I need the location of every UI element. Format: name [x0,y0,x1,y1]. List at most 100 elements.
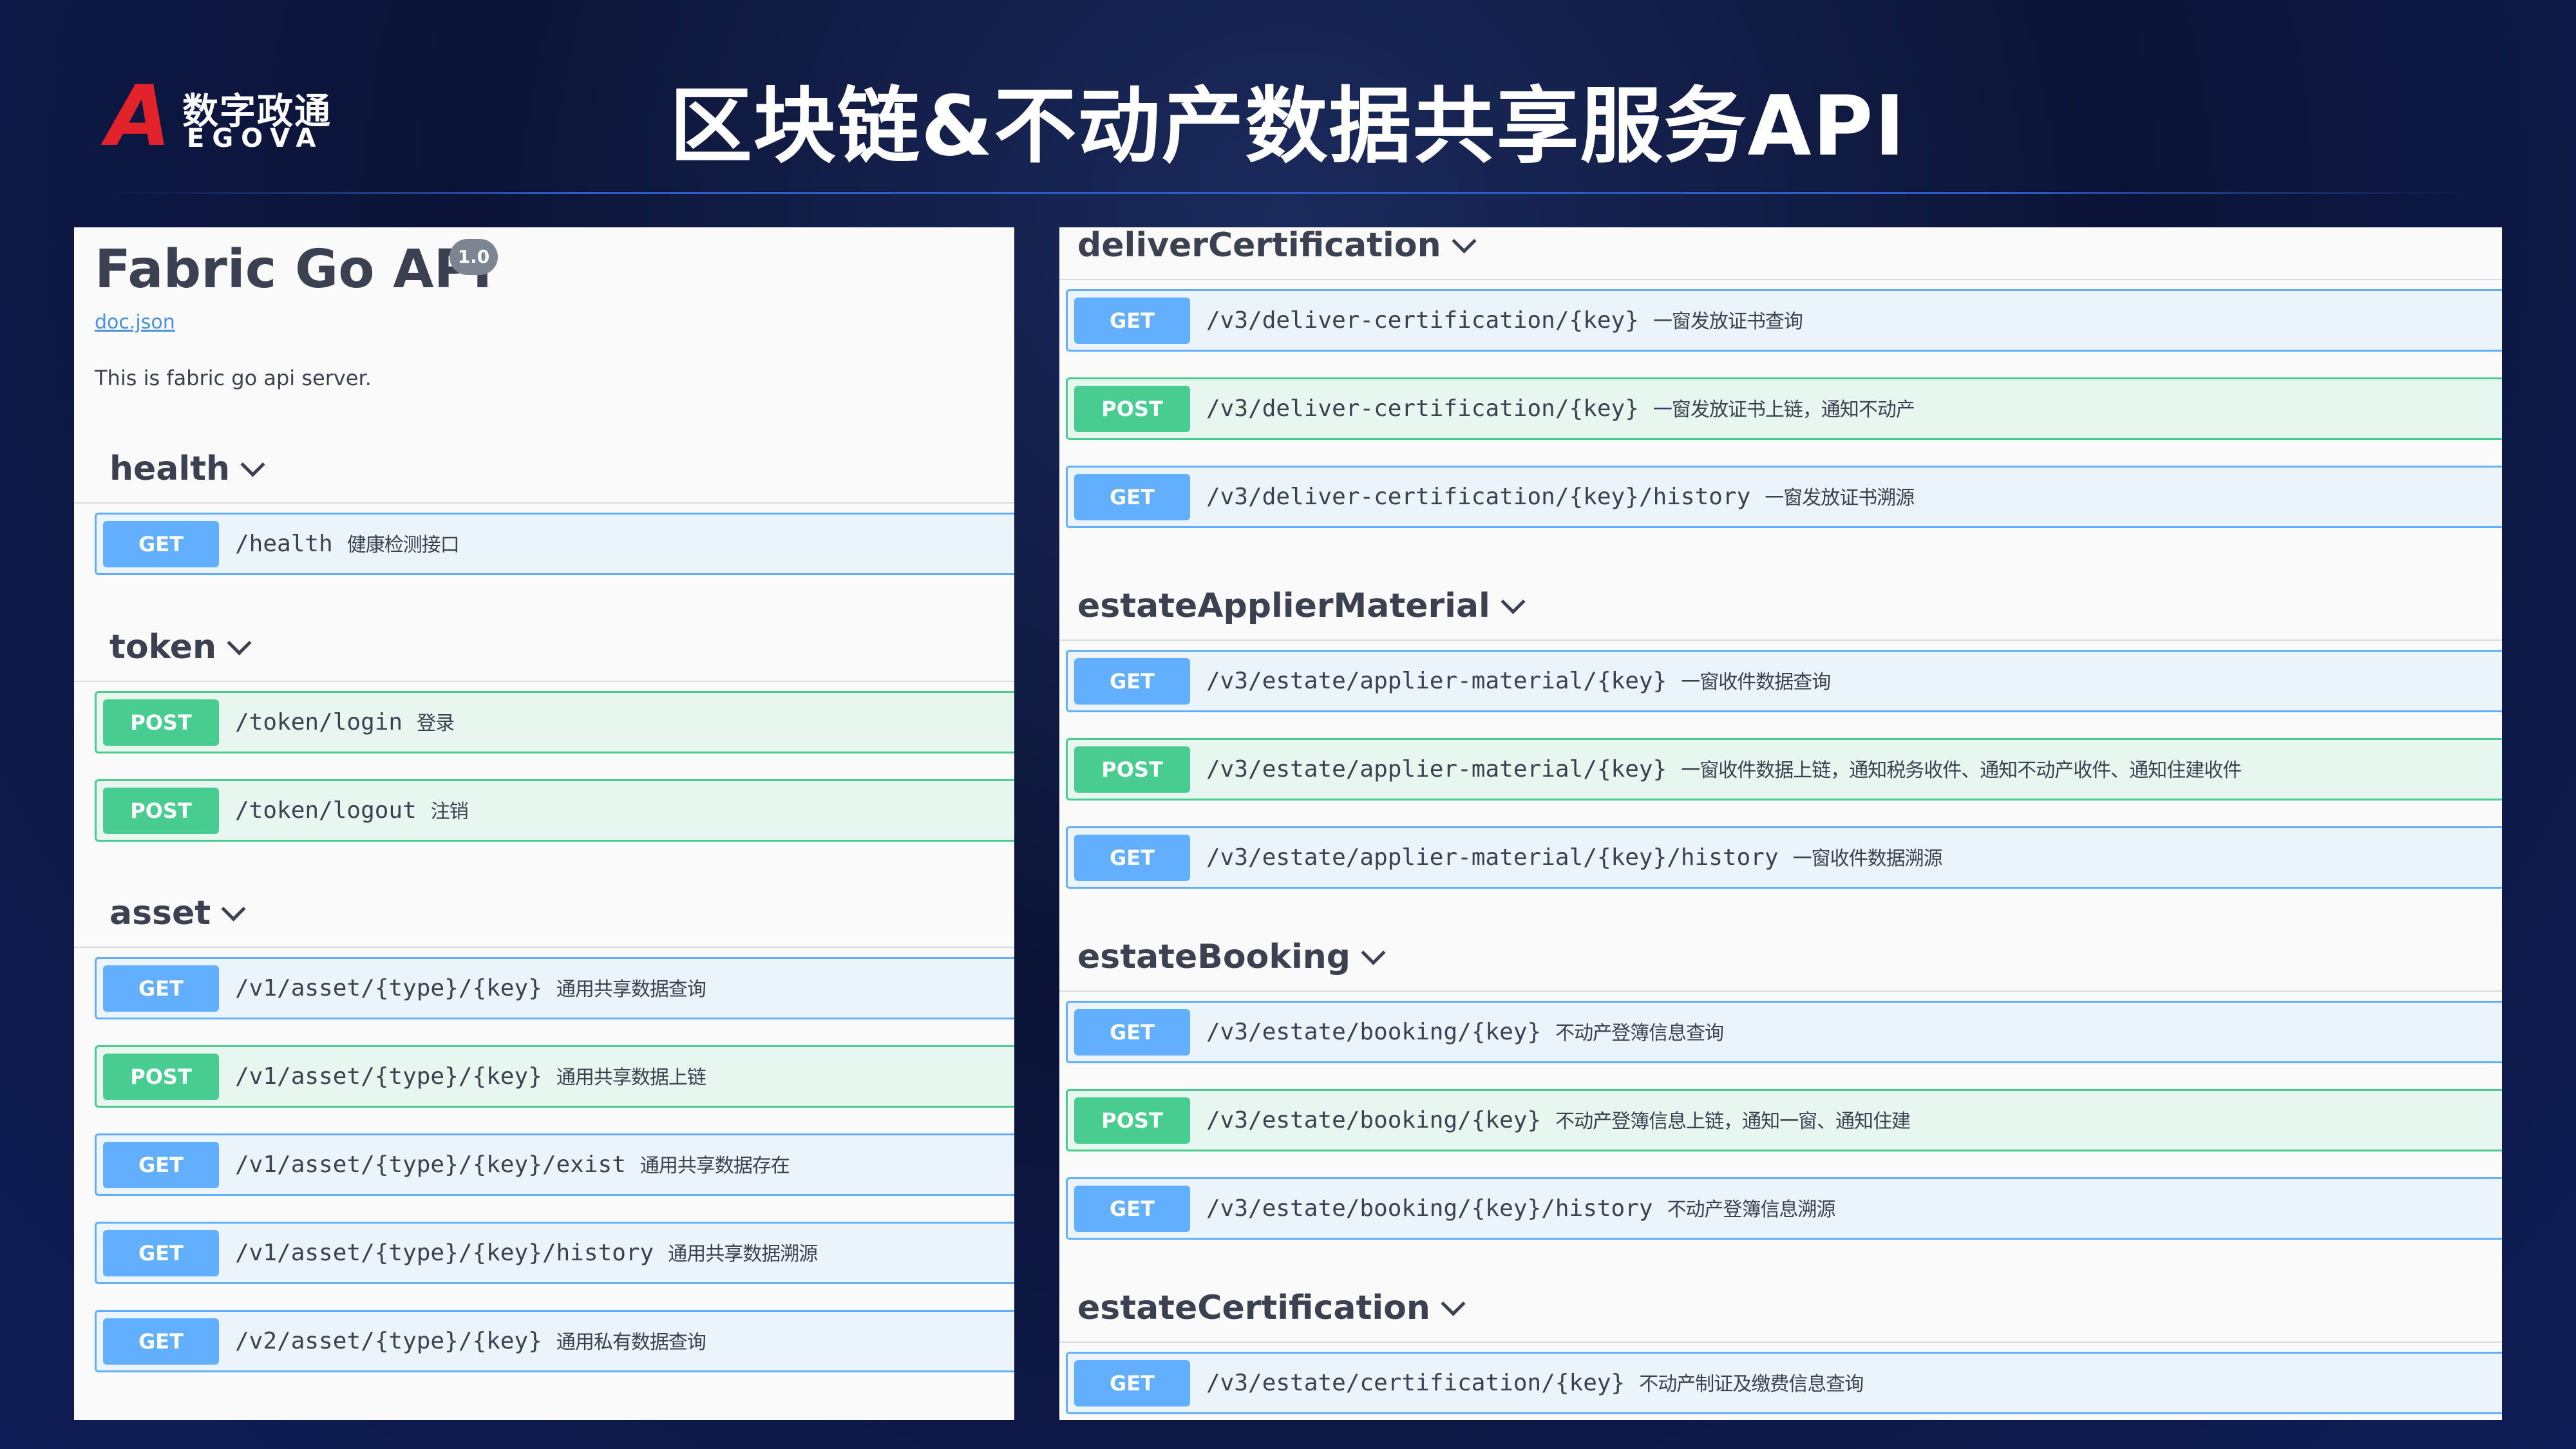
endpoint-path: /v1/asset/{type}/{key} [235,1063,542,1090]
operation-row[interactable]: GET /v3/estate/booking/{key}/history 不动产登… [1066,1177,2502,1240]
endpoint-summary: 通用共享数据上链 [556,1066,706,1089]
operation-row[interactable]: GET /v3/deliver-certification/{key}/hist… [1066,466,2502,528]
section-header-health[interactable]: health [74,431,1014,504]
section-header-token[interactable]: token [74,610,1014,682]
chevron-down-icon[interactable] [1361,940,1386,965]
operation-row[interactable]: POST /v3/deliver-certification/{key} 一窗发放… [1066,377,2502,440]
endpoint-summary: 通用共享数据存在 [639,1155,790,1177]
chevron-down-icon[interactable] [1452,229,1477,254]
operation-row[interactable]: GET /v3/estate/certification/{key} 不动产制证及… [1066,1352,2502,1414]
operation-row[interactable]: POST /v3/estate/booking/{key} 不动产登簿信息上链，通… [1066,1089,2502,1151]
endpoint-path: /v1/asset/{type}/{key}/exist [235,1151,626,1178]
section-header-estate-booking[interactable]: estateBooking [1059,920,2502,992]
method-badge: GET [103,1318,219,1365]
section-title: estateBooking [1077,938,1351,976]
method-badge: GET [103,1230,219,1276]
slide-header: A 数字政通 EGOVA 区块链&不动产数据共享服务API [0,0,2576,194]
section-header-asset[interactable]: asset [74,876,1014,948]
method-badge: POST [1074,746,1190,793]
section-header-deliver-certification[interactable]: deliverCertification [1059,227,2502,280]
operation-row[interactable]: GET /v1/asset/{type}/{key}/exist 通用共享数据存在 [95,1133,1014,1196]
method-badge: POST [103,699,219,746]
operation-row[interactable]: GET /v1/asset/{type}/{key}/history 通用共享数据… [95,1222,1014,1284]
chevron-down-icon[interactable] [227,630,252,656]
title-divider [106,192,2470,194]
method-badge: GET [1074,298,1190,344]
api-description: This is fabric go api server. [95,366,372,390]
method-badge: GET [1074,1009,1190,1056]
section-title: estateApplierMaterial [1077,587,1490,625]
section-deliver-certification: deliverCertification GET /v3/deliver-cer… [1059,227,2502,528]
method-badge: POST [1074,1097,1190,1144]
doc-json-link[interactable]: doc.json [95,311,175,334]
endpoint-summary: 不动产登簿信息上链，通知一窗、通知住建 [1555,1110,1911,1133]
endpoint-path: /v3/deliver-certification/{key} [1206,395,1639,422]
endpoint-summary: 通用共享数据查询 [556,978,706,1001]
section-title: deliverCertification [1077,227,1441,265]
method-badge: POST [103,1054,219,1100]
endpoint-summary: 通用共享数据溯源 [668,1243,818,1265]
operation-row[interactable]: GET /v3/deliver-certification/{key} 一窗发放证… [1066,289,2502,352]
endpoint-path: /health [235,531,333,557]
endpoint-summary: 不动产制证及缴费信息查询 [1639,1373,1864,1396]
endpoint-summary: 一窗发放证书上链，通知不动产 [1653,399,1915,421]
endpoint-path: /v3/estate/certification/{key} [1206,1370,1625,1396]
endpoint-path: /v1/asset/{type}/{key} [235,975,542,1001]
operation-row[interactable]: POST /token/logout 注销 [95,779,1014,842]
section-title: health [109,450,231,488]
method-badge: GET [103,965,219,1012]
operation-row[interactable]: GET /v3/estate/booking/{key} 不动产登簿信息查询 [1066,1001,2502,1063]
operation-row[interactable]: GET /v1/asset/{type}/{key} 通用共享数据查询 [95,957,1014,1019]
endpoint-summary: 登录 [417,712,455,735]
method-badge: POST [1074,386,1190,432]
endpoint-path: /v3/deliver-certification/{key}/history [1206,484,1751,510]
version-badge: 1.0 [450,239,498,275]
method-badge: GET [103,1142,219,1188]
chevron-down-icon[interactable] [1441,1291,1466,1316]
method-badge: GET [1074,1360,1190,1406]
endpoint-path: /token/logout [235,797,417,824]
method-badge: GET [1074,1186,1190,1232]
endpoint-path: /v3/estate/applier-material/{key} [1206,668,1667,694]
section-estate-applier-material: estateApplierMaterial GET /v3/estate/app… [1059,569,2502,889]
operation-row[interactable]: GET /health 健康检测接口 [95,513,1014,575]
operation-row[interactable]: POST /v1/asset/{type}/{key} 通用共享数据上链 [95,1045,1014,1108]
operation-row[interactable]: POST /token/login 登录 [95,691,1014,753]
endpoint-summary: 通用私有数据查询 [556,1331,706,1354]
method-badge: GET [1074,658,1190,705]
endpoint-path: /v3/estate/booking/{key}/history [1206,1195,1653,1222]
method-badge: GET [1074,474,1190,520]
chevron-down-icon[interactable] [240,452,265,477]
slide-title: 区块链&不动产数据共享服务API [669,79,1907,175]
endpoint-path: /v3/estate/booking/{key} [1206,1019,1542,1045]
method-badge: GET [103,521,219,567]
endpoint-summary: 一窗收件数据上链，通知税务收件、通知不动产收件、通知住建收件 [1681,759,2242,782]
chevron-down-icon[interactable] [1501,589,1526,614]
section-title: estateCertification [1077,1289,1430,1327]
endpoint-path: /token/login [235,709,403,735]
section-title: token [109,628,217,667]
operation-row[interactable]: POST /v3/estate/applier-material/{key} 一窗… [1066,738,2502,800]
endpoint-summary: 一窗发放证书查询 [1653,310,1803,333]
operation-row[interactable]: GET /v3/estate/applier-material/{key} 一窗收… [1066,650,2502,712]
endpoint-path: /v3/estate/applier-material/{key} [1206,756,1667,782]
endpoint-summary: 不动产登簿信息溯源 [1667,1198,1836,1221]
endpoint-path: /v1/asset/{type}/{key}/history [235,1240,654,1266]
endpoint-summary: 健康检测接口 [346,534,460,556]
section-health: health GET /health 健康检测接口 [74,431,1014,575]
endpoint-path: /v3/deliver-certification/{key} [1206,307,1639,334]
section-title: asset [109,894,211,933]
chevron-down-icon[interactable] [221,896,246,922]
endpoint-path: /v3/estate/applier-material/{key}/histor… [1206,844,1779,871]
section-header-estate-certification[interactable]: estateCertification [1059,1271,2502,1343]
section-estate-booking: estateBooking GET /v3/estate/booking/{ke… [1059,920,2502,1240]
operation-row[interactable]: GET /v3/estate/applier-material/{key}/hi… [1066,826,2502,889]
endpoint-summary: 不动产登簿信息查询 [1555,1022,1724,1045]
operation-row[interactable]: GET /v2/asset/{type}/{key} 通用私有数据查询 [95,1310,1014,1372]
swagger-panel-right: deliverCertification GET /v3/deliver-cer… [1059,227,2502,1420]
endpoint-summary: 一窗发放证书溯源 [1765,487,1915,509]
section-header-estate-applier-material[interactable]: estateApplierMaterial [1059,569,2502,641]
endpoint-path: /v2/asset/{type}/{key} [235,1328,542,1354]
swagger-panel-left: Fabric Go API 1.0 doc.json This is fabri… [74,227,1014,1420]
endpoint-summary: 一窗收件数据溯源 [1792,848,1943,870]
